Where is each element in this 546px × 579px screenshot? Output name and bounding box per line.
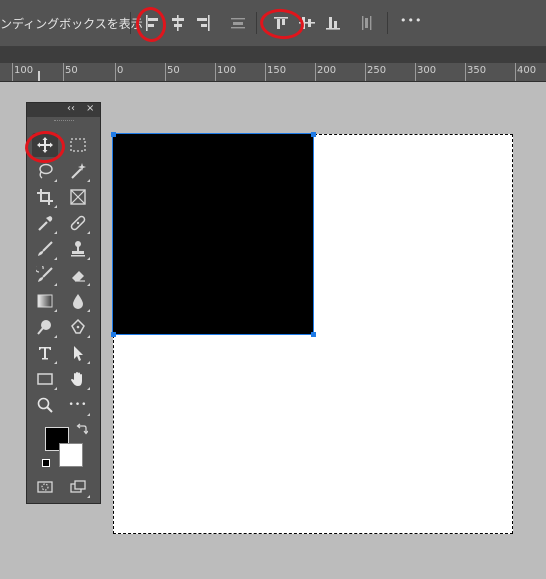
panel-grip[interactable] [54, 120, 74, 123]
frame-tool-icon[interactable] [65, 185, 91, 209]
zoom-tool-icon[interactable] [32, 393, 58, 417]
ruler-label: 0 [117, 65, 124, 76]
transform-handle[interactable] [111, 332, 116, 337]
align-top-edges-icon[interactable] [270, 12, 292, 34]
background-color-swatch[interactable] [59, 443, 83, 467]
edit-toolbar-icon[interactable]: ••• [65, 393, 91, 417]
ruler-label: 300 [417, 65, 437, 76]
eyedropper-tool-icon[interactable] [32, 211, 58, 235]
ruler-label: 150 [267, 65, 287, 76]
clone-stamp-tool-icon[interactable] [65, 237, 91, 261]
history-brush-tool-icon[interactable] [32, 263, 58, 287]
screen-mode-icon[interactable] [65, 475, 91, 499]
healing-brush-tool-icon[interactable] [65, 211, 91, 235]
separator [130, 12, 131, 34]
lasso-tool-icon[interactable] [32, 159, 58, 183]
align-bottom-edges-icon[interactable] [322, 12, 344, 34]
move-tool-icon[interactable] [32, 133, 58, 157]
default-colors-icon[interactable] [42, 459, 50, 467]
ruler-label: 250 [367, 65, 387, 76]
ruler-label: 200 [317, 65, 337, 76]
more-options-icon[interactable]: ••• [400, 14, 422, 27]
document-tab-strip [0, 47, 546, 63]
transform-handle[interactable] [111, 132, 116, 137]
show-transform-controls-label[interactable]: ンディングボックスを表示 [0, 15, 143, 32]
marquee-tool-icon[interactable] [65, 133, 91, 157]
align-vertical-centers-icon[interactable] [296, 12, 318, 34]
ruler-label: 100 [217, 65, 237, 76]
align-right-edges-icon[interactable] [193, 12, 215, 34]
quick-mask-icon[interactable] [32, 475, 58, 499]
magic-wand-tool-icon[interactable] [65, 159, 91, 183]
eraser-tool-icon[interactable] [65, 263, 91, 287]
separator [256, 12, 257, 34]
type-tool-icon[interactable] [32, 341, 58, 365]
edit-toolbar-glyph: ••• [68, 400, 88, 410]
dodge-tool-icon[interactable] [32, 315, 58, 339]
blur-tool-icon[interactable] [65, 289, 91, 313]
tools-panel-header[interactable]: ‹‹ × [27, 103, 100, 117]
gradient-tool-icon[interactable] [32, 289, 58, 313]
distribute-horizontal-icon[interactable] [356, 12, 378, 34]
pen-tool-icon[interactable] [65, 315, 91, 339]
options-bar: ンディングボックスを表示 ••• [0, 0, 546, 47]
ruler-label: 50 [167, 65, 180, 76]
distribute-vertical-icon[interactable] [227, 12, 249, 34]
rectangle-tool-icon[interactable] [32, 367, 58, 391]
horizontal-ruler: 100 50 0 50 100 150 200 250 300 350 400 [0, 63, 546, 82]
align-left-edges-icon[interactable] [140, 12, 162, 34]
transform-handle[interactable] [311, 132, 316, 137]
close-icon[interactable]: × [86, 103, 94, 114]
ruler-label: 350 [467, 65, 487, 76]
ruler-label: 400 [517, 65, 537, 76]
transform-handle[interactable] [311, 332, 316, 337]
separator [387, 12, 388, 34]
swap-colors-icon[interactable] [76, 423, 88, 435]
ruler-label: 100 [14, 65, 34, 76]
tools-panel: ‹‹ × ••• [23, 102, 101, 504]
crop-tool-icon[interactable] [32, 185, 58, 209]
collapse-icon[interactable]: ‹‹ [67, 103, 75, 114]
black-square-layer[interactable] [112, 133, 314, 335]
hand-tool-icon[interactable] [65, 367, 91, 391]
path-selection-tool-icon[interactable] [65, 341, 91, 365]
align-horizontal-centers-icon[interactable] [167, 12, 189, 34]
ruler-label: 50 [65, 65, 78, 76]
brush-tool-icon[interactable] [32, 237, 58, 261]
